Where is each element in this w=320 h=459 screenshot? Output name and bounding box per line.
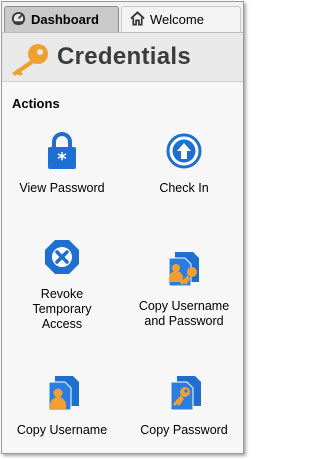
actions-content: Actions * View Password Check In Revoke … — [2, 82, 243, 453]
check-in-label: Check In — [159, 181, 209, 195]
revoke-temporary-access-button[interactable]: Revoke Temporary Access — [2, 238, 122, 332]
copy-username-button[interactable]: Copy Username — [2, 374, 122, 438]
revoke-x-icon — [2, 238, 122, 281]
copy-username-icon — [2, 374, 122, 417]
revoke-temporary-access-label: Revoke Temporary Access — [32, 287, 92, 331]
tab-welcome[interactable]: Welcome — [121, 6, 241, 32]
tab-dashboard[interactable]: Dashboard — [4, 6, 119, 32]
copy-username-password-icon — [124, 250, 243, 293]
copy-password-icon — [124, 374, 243, 417]
page-title: Credentials — [57, 43, 192, 70]
lock-icon: * — [2, 132, 122, 175]
key-icon — [6, 41, 50, 82]
copy-username-and-password-button[interactable]: Copy Username and Password — [124, 250, 243, 329]
copy-password-label: Copy Password — [140, 423, 228, 437]
tab-welcome-label: Welcome — [150, 12, 204, 27]
copy-password-button[interactable]: Copy Password — [124, 374, 243, 438]
view-password-button[interactable]: * View Password — [2, 132, 122, 196]
section-label: Actions — [12, 96, 60, 111]
home-icon — [130, 10, 150, 29]
check-in-button[interactable]: Check In — [124, 132, 243, 196]
credentials-panel: Dashboard Welcome Credentials Actions * … — [1, 1, 244, 454]
tab-bar: Dashboard Welcome — [2, 2, 243, 32]
svg-text:*: * — [57, 149, 67, 170]
view-password-label: View Password — [19, 181, 105, 195]
dashboard-gauge-icon — [11, 11, 31, 29]
copy-username-label: Copy Username — [16, 423, 108, 437]
check-in-arrow-icon — [124, 132, 243, 175]
copy-username-and-password-label: Copy Username and Password — [138, 299, 230, 328]
page-header: Credentials — [2, 32, 243, 82]
tab-dashboard-label: Dashboard — [31, 12, 99, 27]
